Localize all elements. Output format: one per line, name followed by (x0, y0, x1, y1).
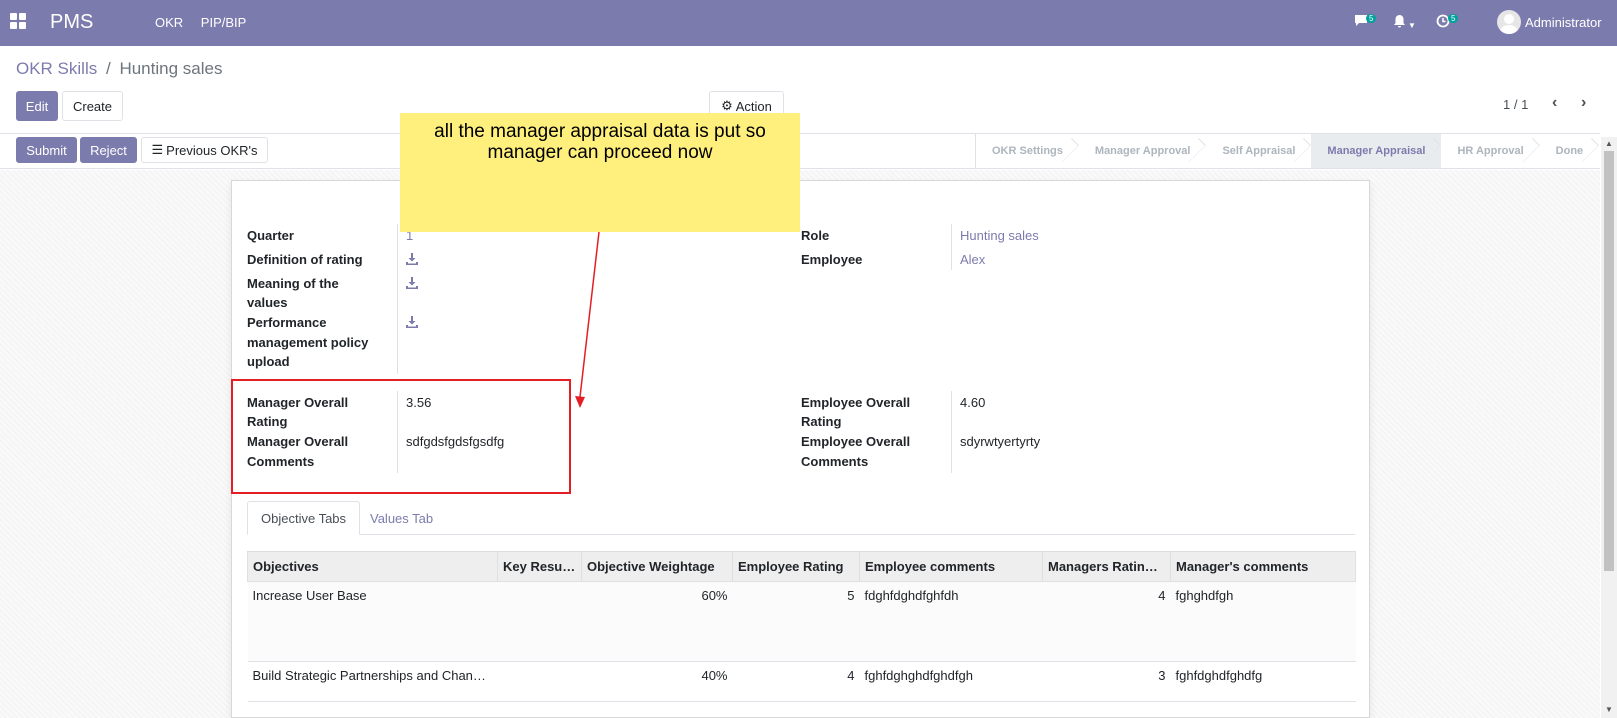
employee-overall-comments-label-line1: Employee Overall (801, 434, 911, 449)
pager-next-icon[interactable]: › (1581, 94, 1586, 112)
table-cell: fghfdghghdfghdfgh (859, 661, 1043, 702)
table-cell (497, 661, 582, 702)
meaning-of-values-label-line1: Meaning of the (247, 276, 339, 291)
previous-okrs-label: Previous OKR's (166, 142, 258, 158)
table-cell: 40% (581, 661, 733, 702)
definition-of-rating-label: Definition of rating (247, 252, 363, 267)
employee-overall-comments-label-line2: Comments (801, 454, 869, 469)
policy-upload-label-line2: management policy (247, 335, 369, 350)
employee-overall-rating-label-line1: Employee Overall (801, 395, 911, 410)
avatar[interactable] (1497, 10, 1521, 34)
download-icon[interactable] (406, 277, 418, 289)
scrollbar[interactable]: ▲ ▼ (1601, 137, 1617, 718)
tab-values[interactable]: Values Tab (357, 501, 446, 535)
column-header[interactable]: Objectives (247, 551, 498, 582)
pager-previous-icon[interactable]: ‹ (1552, 94, 1557, 112)
table-cell: 60% (581, 581, 733, 662)
column-header[interactable]: Employee Rating (732, 551, 860, 582)
activity-badge: 5 (1448, 14, 1459, 23)
user-menu[interactable]: Administrator (1525, 15, 1602, 30)
list-icon: ☰ (151, 142, 164, 157)
table-row[interactable]: Increase User Base 60% 5 fdghfdghdfghfdh… (247, 581, 1356, 662)
table-header-row: Objectives Key Results Objective Weighta… (247, 551, 1356, 582)
download-icon[interactable] (406, 253, 418, 265)
role-label: Role (801, 228, 830, 243)
column-header[interactable]: Employee comments (859, 551, 1043, 582)
breadcrumb: OKR Skills / Hunting sales (16, 59, 222, 79)
employee-label: Employee (801, 252, 863, 267)
stage-hr-approval[interactable]: HR Approval (1441, 134, 1539, 168)
stage-okr-settings[interactable]: OKR Settings (976, 134, 1079, 168)
table-row[interactable]: Build Strategic Partnerships and Chann… … (247, 661, 1356, 702)
menu-item-pip-bip[interactable]: PIP/BIP (201, 15, 247, 30)
stage-done[interactable]: Done (1540, 134, 1600, 168)
role-value[interactable]: Hunting sales (960, 226, 1039, 245)
chat-badge: 5 (1366, 14, 1377, 23)
table-cell: fghghdfgh (1170, 581, 1356, 662)
table-cell: 5 (732, 581, 860, 662)
annotation-line-2: manager can proceed now (487, 142, 713, 163)
stage-manager-approval[interactable]: Manager Approval (1079, 134, 1207, 168)
annotation-line-1: all the manager appraisal data is put so (434, 121, 766, 142)
apps-menu-icon[interactable] (10, 13, 26, 29)
breadcrumb-separator: / (105, 59, 111, 78)
objectives-table: Objectives Key Results Objective Weighta… (247, 551, 1356, 702)
scroll-down-icon[interactable]: ▼ (1605, 705, 1613, 714)
field-separator (951, 391, 952, 473)
column-header[interactable]: Manager's comments (1170, 551, 1356, 582)
table-cell: fdghfdghdfghfdh (859, 581, 1043, 662)
field-separator (951, 224, 952, 270)
gear-icon: ⚙ (721, 98, 733, 113)
table-cell: 3 (1042, 661, 1171, 702)
highlight-box (231, 379, 571, 494)
column-header[interactable]: Managers Ratin… (1042, 551, 1171, 582)
employee-value[interactable]: Alex (960, 250, 985, 269)
previous-okrs-button[interactable]: ☰ Previous OKR's (141, 137, 268, 163)
annotation-note: all the manager appraisal data is put so… (400, 113, 800, 232)
table-cell: 4 (1042, 581, 1171, 662)
employee-overall-rating-value: 4.60 (960, 395, 986, 410)
edit-button[interactable]: Edit (16, 91, 58, 121)
column-header[interactable]: Key Results (497, 551, 582, 582)
submit-button[interactable]: Submit (16, 137, 77, 163)
scroll-up-icon[interactable]: ▲ (1605, 139, 1613, 148)
pager-value[interactable]: 1 / 1 (1503, 97, 1528, 112)
table-cell: fghfdghdfghdfg (1170, 661, 1356, 702)
breadcrumb-parent[interactable]: OKR Skills (16, 59, 97, 78)
activity-clock-icon[interactable]: 5 (1436, 14, 1459, 31)
scroll-thumb[interactable] (1604, 151, 1614, 571)
field-separator (397, 224, 398, 374)
quarter-label: Quarter (247, 228, 294, 243)
stage-pipeline: OKR Settings Manager Approval Self Appra… (975, 134, 1599, 168)
meaning-of-values-label-line2: values (247, 295, 288, 310)
stage-manager-appraisal[interactable]: Manager Appraisal (1311, 134, 1442, 168)
policy-upload-label-line3: upload (247, 354, 290, 369)
column-header[interactable]: Objective Weightage (581, 551, 733, 582)
bell-icon[interactable]: ▼ (1393, 14, 1416, 31)
create-button[interactable]: Create (62, 91, 123, 121)
table-cell: 4 (732, 661, 860, 702)
menu-item-okr[interactable]: OKR (155, 15, 183, 30)
table-cell: Increase User Base (247, 581, 498, 662)
table-cell (497, 581, 582, 662)
caret-down-icon: ▼ (1408, 21, 1416, 30)
status-bar: Submit Reject ☰ Previous OKR's OKR Settin… (0, 133, 1600, 169)
tab-objective[interactable]: Objective Tabs (247, 501, 361, 535)
action-label: Action (735, 98, 772, 114)
stage-self-appraisal[interactable]: Self Appraisal (1206, 134, 1311, 168)
table-cell: Build Strategic Partnerships and Chann… (247, 661, 498, 702)
chat-icon[interactable]: 5 (1354, 14, 1377, 30)
breadcrumb-current: Hunting sales (119, 59, 223, 78)
reject-button[interactable]: Reject (80, 137, 137, 163)
app-brand[interactable]: PMS (50, 11, 93, 34)
notebook-tabs: Objective Tabs Values Tab (247, 501, 1355, 535)
employee-overall-comments-value: sdyrwtyertyrty (960, 434, 1041, 449)
policy-upload-label-line1: Performance (247, 315, 327, 330)
download-icon[interactable] (406, 316, 418, 328)
employee-overall-rating-label-line2: Rating (801, 414, 842, 429)
top-navbar: PMS OKR PIP/BIP 5 ▼ 5 Administrator (0, 0, 1617, 46)
main-menu: OKR PIP/BIP (155, 15, 260, 30)
